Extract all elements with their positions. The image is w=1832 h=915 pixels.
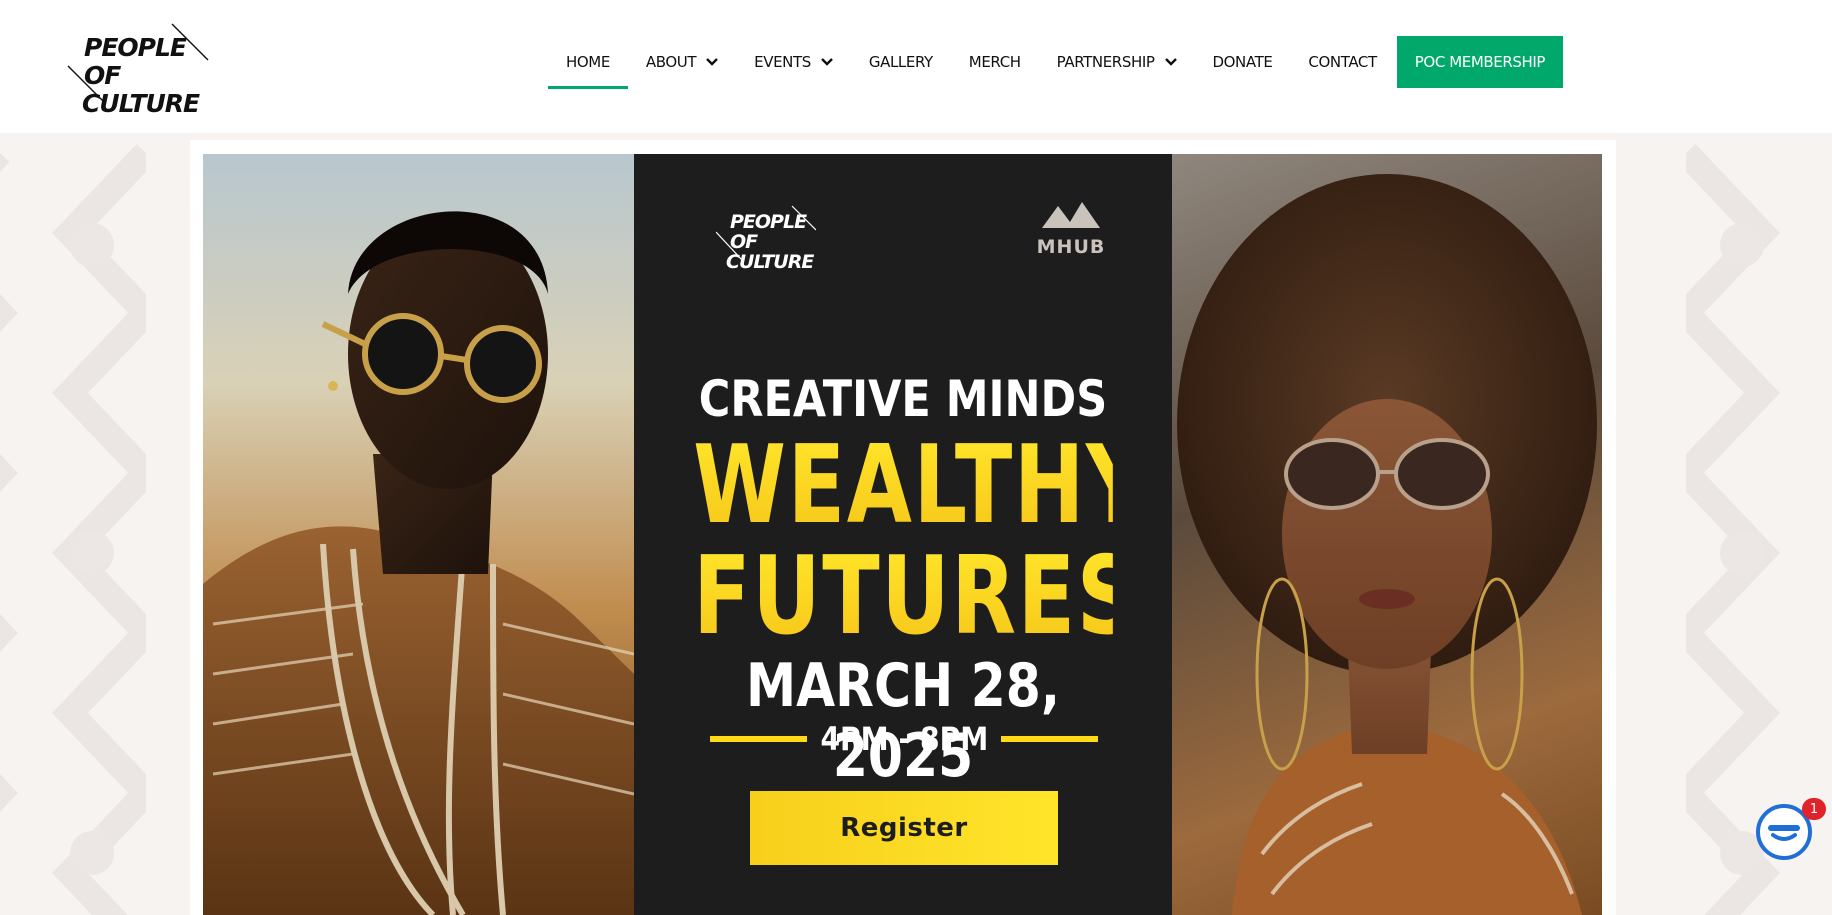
nav-home[interactable]: HOME [548, 36, 628, 89]
register-button[interactable]: Register [750, 791, 1058, 865]
site-header: PEOPLE OF CULTURE HOME ABOUT EVENTS GALL… [0, 0, 1832, 133]
nav-home-label: HOME [566, 53, 610, 71]
partner-logo: MHUB [1036, 196, 1106, 262]
event-poster: PEOPLE OF CULTURE MHUB CREATIVE MINDS WE… [634, 154, 1172, 915]
logo-text: PEOPLE OF CULTURE [66, 34, 212, 118]
chevron-down-icon [821, 58, 833, 66]
event-time-row: 4PM - 8PM [710, 714, 1098, 764]
nav-donate[interactable]: DONATE [1195, 36, 1291, 88]
divider [1001, 736, 1098, 742]
chat-icon [1768, 825, 1800, 841]
main-nav: HOME ABOUT EVENTS GALLERY MERCH PARTNERS… [548, 36, 1564, 89]
nav-gallery[interactable]: GALLERY [851, 36, 951, 88]
poster-logo-line-2: CULTURE [726, 251, 814, 273]
nav-merch[interactable]: MERCH [951, 36, 1039, 88]
poster-title-line-3: FUTURES [693, 534, 1139, 659]
background-pattern-left [0, 133, 146, 915]
nav-events[interactable]: EVENTS [736, 36, 851, 88]
woman-portrait-image [1177, 174, 1597, 915]
nav-partnership-label: PARTNERSHIP [1056, 53, 1155, 71]
poc-membership-button[interactable]: POC MEMBERSHIP [1396, 36, 1564, 88]
partner-logo-text: MHUB [1036, 236, 1106, 258]
nav-gallery-label: GALLERY [868, 53, 933, 71]
chevron-down-icon [706, 58, 719, 66]
site-logo[interactable]: PEOPLE OF CULTURE [66, 22, 212, 118]
event-time: 4PM - 8PM [820, 720, 988, 758]
poster-title-line-1: CREATIVE MINDS [698, 370, 1108, 428]
nav-about-label: ABOUT [645, 53, 697, 71]
hero-right-photo [1172, 154, 1602, 915]
chevron-down-icon [1164, 58, 1177, 66]
nav-donate-label: DONATE [1212, 53, 1273, 71]
poster-logo-text: PEOPLE OF CULTURE [720, 212, 816, 272]
nav-contact-label: CONTACT [1308, 53, 1377, 71]
logo-line-1: PEOPLE OF [84, 33, 187, 90]
divider [710, 736, 807, 742]
nav-partnership[interactable]: PARTNERSHIP [1039, 36, 1195, 88]
nav-about[interactable]: ABOUT [628, 36, 736, 88]
poster-logo: PEOPLE OF CULTURE [716, 202, 816, 272]
poster-logo-line-1: PEOPLE OF [730, 211, 807, 253]
poster-title-line-2: WEALTHY [693, 423, 1149, 548]
nav-merch-label: MERCH [968, 53, 1021, 71]
logo-line-2: CULTURE [82, 89, 200, 118]
hero-left-photo [203, 154, 634, 915]
nav-events-label: EVENTS [754, 53, 811, 71]
nav-contact[interactable]: CONTACT [1290, 36, 1394, 88]
crown-icon [1042, 202, 1100, 228]
notification-badge: 1 [1802, 798, 1826, 820]
man-portrait-image [203, 211, 634, 915]
